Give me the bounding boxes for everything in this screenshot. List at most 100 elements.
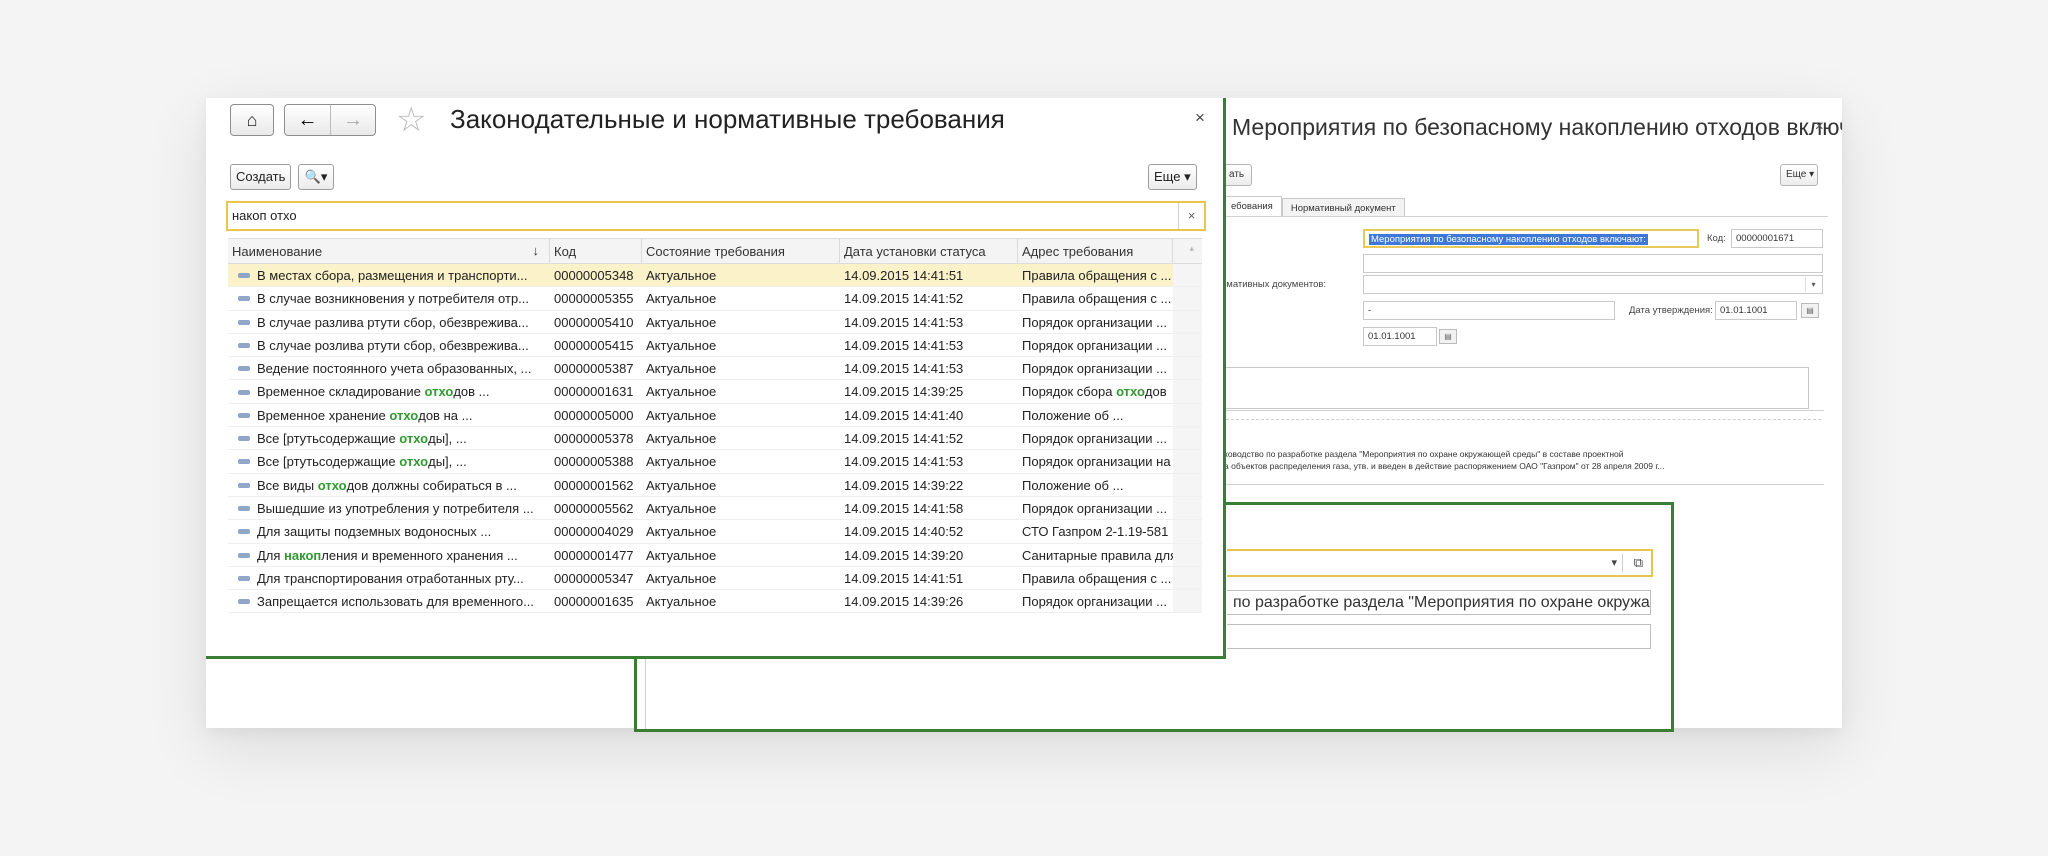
name-text: Вышедшие из употребления у потребителя .…: [257, 500, 534, 516]
scrollbar-track[interactable]: [1173, 403, 1202, 427]
home-button[interactable]: ⌂: [230, 104, 274, 136]
table-row[interactable]: Для транспортирования отработанных рту..…: [228, 566, 1202, 591]
chevron-down-icon[interactable]: ▾: [1805, 277, 1821, 292]
table-row[interactable]: Для накопления и временного хранения ...…: [228, 543, 1202, 567]
name-text: ления и временного хранения ...: [321, 547, 518, 563]
cell-name: Все [ртутьсодержащие отходы], ...: [228, 427, 550, 449]
column-header-name[interactable]: Наименование ↓: [228, 239, 550, 263]
address-text: Порядок сбора: [1022, 384, 1117, 400]
scrollbar-top[interactable]: ▴: [1173, 239, 1202, 263]
scrollbar-track[interactable]: [1173, 450, 1202, 473]
table-row[interactable]: Временное хранение отходов на ... 0000000…: [228, 403, 1202, 428]
scrollbar-track[interactable]: [1173, 357, 1202, 380]
table-row[interactable]: Для защиты подземных водоносных ... 00000…: [228, 520, 1202, 544]
page-title: Законодательные и нормативные требования: [450, 104, 1005, 134]
scrollbar-track[interactable]: [1173, 566, 1202, 590]
scrollbar-track[interactable]: [1173, 543, 1202, 566]
tab-normative-document[interactable]: Нормативный документ: [1281, 198, 1405, 216]
cell-status-date: 14.09.2015 14:39:26: [844, 594, 964, 610]
table-row[interactable]: В местах сбора, размещения и транспорти.…: [228, 264, 1202, 288]
scrollbar-track[interactable]: [1173, 264, 1202, 287]
search-highlight: отхо: [1116, 384, 1145, 400]
calendar-icon[interactable]: ▤: [1439, 329, 1457, 344]
code-label: Код:: [1707, 233, 1726, 244]
table-row[interactable]: В случае возникновения у потребителя отр…: [228, 287, 1202, 311]
table-row[interactable]: Ведение постоянного учета образованных, …: [228, 357, 1202, 381]
search-button[interactable]: 🔍▾: [298, 164, 334, 190]
table-row[interactable]: В случае розлива ртути сбор, обезврежива…: [228, 333, 1202, 358]
scrollbar-track[interactable]: [1173, 333, 1202, 357]
scrollbar-track[interactable]: [1173, 427, 1202, 450]
name-text: В случае возникновения у потребителя отр…: [257, 291, 530, 307]
cell-name: В случае разлива ртути сбор, обезврежива…: [228, 311, 550, 333]
star-icon[interactable]: ☆: [396, 103, 426, 137]
item-icon: [238, 366, 250, 372]
approval-date-label: Дата утверждения:: [1629, 305, 1713, 316]
table-row[interactable]: Все [ртутьсодержащие отходы], ... 0000000…: [228, 427, 1202, 451]
more-button[interactable]: Еще ▾: [1148, 164, 1197, 190]
document-name-field[interactable]: по разработке раздела "Мероприятия по ох…: [1227, 590, 1651, 615]
create-button[interactable]: Создать: [230, 164, 292, 190]
empty-field[interactable]: [1227, 624, 1651, 649]
form-window-title: Мероприятия по безопасному накоплению от…: [1232, 114, 1842, 140]
cell-state: Актуальное: [646, 477, 717, 493]
scrollbar-track[interactable]: [1173, 496, 1202, 520]
normative-docs-field[interactable]: [1363, 275, 1823, 294]
document-select-field[interactable]: ▾ ⧉: [1227, 549, 1653, 577]
item-icon: [238, 575, 250, 581]
code-field[interactable]: 00000001671: [1731, 229, 1823, 248]
table-row[interactable]: Вышедшие из употребления у потребителя .…: [228, 496, 1202, 521]
item-icon: [238, 482, 250, 488]
close-button[interactable]: ×: [1195, 108, 1205, 128]
scrollbar-track[interactable]: [1173, 287, 1202, 310]
name-text: Все виды: [257, 477, 318, 493]
cell-status-date: 14.09.2015 14:40:52: [844, 524, 964, 540]
name-text: В местах сбора, размещения и транспорти.…: [257, 268, 528, 283]
column-header-state[interactable]: Состояние требования: [642, 239, 840, 263]
cell-address: СТО Газпром 2-1.19-581: [1018, 520, 1173, 542]
back-arrow-icon[interactable]: ←: [285, 105, 330, 135]
scrollbar-track[interactable]: [1173, 310, 1202, 333]
description-textbox[interactable]: [1224, 367, 1809, 409]
column-header-address[interactable]: Адрес требования: [1018, 239, 1173, 263]
tab-requirements[interactable]: ебования: [1224, 196, 1282, 216]
scrollbar-track[interactable]: [1173, 590, 1202, 613]
scroll-up-icon[interactable]: ▴: [1189, 243, 1194, 254]
status-date-field[interactable]: 01.01.1001: [1363, 327, 1437, 346]
name-text: Все [ртутьсодержащие: [257, 431, 400, 447]
name-text: Временное хранение: [257, 407, 390, 423]
scrollbar-track[interactable]: [1173, 380, 1202, 403]
cell-name: Временное хранение отходов на ...: [228, 404, 550, 426]
address-text: Правила обращения с ...: [1022, 268, 1172, 283]
name-field[interactable]: Мероприятия по безопасному накоплению от…: [1363, 229, 1699, 248]
table-row[interactable]: Запрещается использовать для временного.…: [228, 590, 1202, 614]
cell-code: 00000005378: [554, 431, 634, 447]
table-row[interactable]: В случае разлива ртути сбор, обезврежива…: [228, 310, 1202, 334]
forward-arrow-icon[interactable]: →: [330, 105, 375, 135]
address-text: Порядок организации ...: [1022, 361, 1168, 377]
form-more-button[interactable]: Еще ▾: [1780, 164, 1818, 186]
table-row[interactable]: Все [ртутьсодержащие отходы], ... 0000000…: [228, 450, 1202, 474]
cell-address: Порядок сбора отходов: [1018, 380, 1173, 402]
cell-address: Порядок организации ...: [1018, 497, 1173, 519]
document-field[interactable]: -: [1363, 301, 1615, 320]
scrollbar-track[interactable]: [1173, 473, 1202, 496]
search-input[interactable]: накоп отхо ×: [226, 201, 1206, 231]
column-header-code[interactable]: Код: [550, 239, 642, 263]
short-name-field[interactable]: [1363, 254, 1823, 273]
calendar-icon[interactable]: ▤: [1801, 303, 1819, 318]
form-create-button[interactable]: ать: [1224, 164, 1252, 186]
clear-search-button[interactable]: ×: [1178, 203, 1204, 229]
name-text: Для: [257, 547, 285, 563]
address-text: Санитарные правила для: [1022, 547, 1173, 563]
name-text: Запрещается использовать для временного.…: [257, 594, 534, 610]
table-row[interactable]: Временное складирование отходов ... 00000…: [228, 380, 1202, 404]
open-icon[interactable]: ⧉: [1634, 555, 1643, 571]
address-text: Правила обращения с ...: [1022, 570, 1172, 586]
scrollbar-track[interactable]: [1173, 520, 1202, 543]
chevron-down-icon[interactable]: ▾: [1611, 556, 1617, 569]
form-close-button[interactable]: ×: [1815, 118, 1824, 136]
column-header-status-date[interactable]: Дата установки статуса: [840, 239, 1018, 263]
table-row[interactable]: Все виды отходов должны собираться в ...…: [228, 473, 1202, 497]
approval-date-field[interactable]: 01.01.1001: [1715, 301, 1797, 320]
